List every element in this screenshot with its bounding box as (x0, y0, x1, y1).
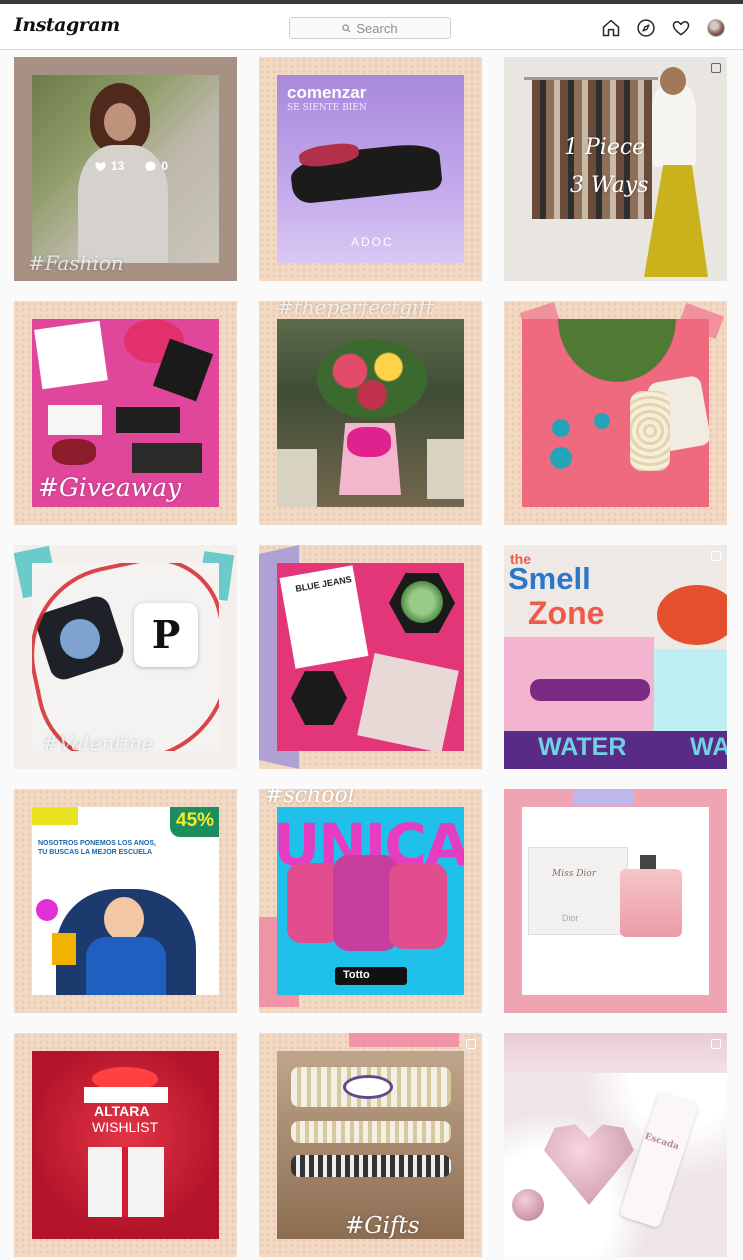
post-subtitle: WISHLIST (92, 1119, 159, 1135)
post-tile-earrings[interactable] (504, 301, 727, 525)
likes-count: 13 (111, 159, 125, 173)
comments-count: 0 (161, 159, 169, 173)
comments-bubble-icon (145, 161, 157, 172)
post-caption: #Valentine (42, 731, 154, 755)
post-tile-one-piece-three-ways[interactable]: 1 Piece 3 Ways (504, 57, 727, 281)
post-caption: #Gifts (345, 1213, 420, 1239)
post-hashtag: #school (265, 789, 355, 808)
product-name: Miss Dior (552, 869, 597, 879)
post-tile-valentine[interactable]: P #Valentine (14, 545, 237, 769)
search-placeholder: Search (356, 20, 398, 36)
post-line5: WA (690, 733, 727, 761)
post-headline: comenzar (287, 83, 367, 102)
post-title: ALTARA (94, 1103, 150, 1119)
post-line4: WATER (538, 733, 627, 761)
post-tile-adoc-shoes[interactable]: comenzar SE SIENTE BIEN ADOC (259, 57, 482, 281)
carousel-indicator-icon (711, 1039, 721, 1049)
post-stats-overlay: 13 0 (94, 159, 168, 173)
profile-avatar[interactable] (705, 17, 727, 39)
post-line3: Zone (528, 595, 605, 631)
carousel-indicator-icon (466, 1039, 476, 1049)
post-subline: SE SIENTE BIEN (287, 103, 367, 113)
post-caption: #theperfectgift (277, 301, 434, 319)
activity-heart-icon[interactable] (670, 17, 692, 39)
post-tile-totto-backpacks[interactable]: UNICA Totto #school (259, 789, 482, 1013)
posts-grid: 13 0 #Fashion comenzar SE SIENTE BIEN AD… (14, 57, 727, 1257)
post-tile-miss-dior[interactable]: Miss Dior Dior (504, 789, 727, 1013)
post-brand: Totto (343, 969, 370, 981)
discount-badge: 45% (176, 810, 215, 831)
post-caption-line1: 1 Piece (564, 135, 646, 160)
home-icon[interactable] (600, 17, 622, 39)
carousel-indicator-icon (711, 63, 721, 73)
post-tile-giveaway[interactable]: #Giveaway (14, 301, 237, 525)
post-tile-altara-wishlist[interactable]: ALTARA WISHLIST (14, 1033, 237, 1257)
post-tile-escada-perfume[interactable]: Escada (504, 1033, 727, 1257)
search-icon (342, 23, 351, 33)
post-caption: #Fashion (28, 251, 124, 275)
post-tile-perfect-gift[interactable]: #theperfectgift (259, 301, 482, 525)
post-line2: Smell (508, 561, 591, 596)
top-navigation-bar: Instagram Search (0, 4, 743, 50)
post-caption: #Giveaway (38, 473, 182, 502)
post-headline: NOSOTROS PONEMOS LOS ANOS, TU BUSCAS LA … (38, 840, 156, 856)
product-brand: Dior (562, 913, 579, 923)
likes-heart-icon (95, 161, 106, 171)
carousel-indicator-icon (711, 551, 721, 561)
post-tile-school-promo[interactable]: 45% NOSOTROS PONEMOS LOS ANOS, TU BUSCAS… (14, 789, 237, 1013)
post-brand: ADOC (351, 235, 394, 249)
post-tile-book-gift[interactable]: BLUE JEANS (259, 545, 482, 769)
explore-compass-icon[interactable] (635, 17, 657, 39)
post-tile-smell-zone[interactable]: the Smell Zone WATER WA (504, 545, 727, 769)
post-caption-line2: 3 Ways (570, 173, 649, 198)
instagram-logo[interactable]: Instagram (14, 14, 120, 36)
search-input[interactable]: Search (289, 17, 451, 39)
post-tile-fashion[interactable]: 13 0 #Fashion (14, 57, 237, 281)
post-tile-gifts-bracelets[interactable]: #Gifts (259, 1033, 482, 1257)
